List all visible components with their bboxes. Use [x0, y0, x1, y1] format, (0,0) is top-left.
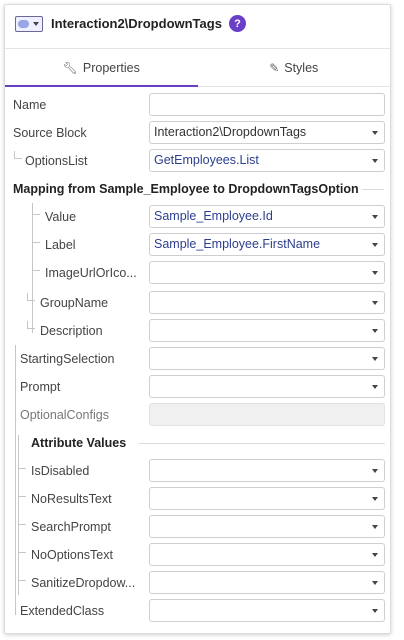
sanitize-dropdown-dropdown[interactable] — [149, 571, 385, 594]
property-row-search-prompt: SearchPrompt — [5, 513, 390, 541]
panel-header: Interaction2\DropdownTags ? — [5, 5, 390, 42]
value-label: Value — [45, 210, 77, 224]
tab-styles[interactable]: ✎ Styles — [198, 49, 391, 86]
chevron-down-icon — [372, 159, 378, 163]
is-disabled-dropdown[interactable] — [149, 459, 385, 482]
image-url-label: ImageUrlOrIco... — [45, 266, 137, 280]
tree-connector — [18, 489, 26, 497]
label-value: Sample_Employee.FirstName — [154, 237, 321, 251]
property-row-no-options-text: NoOptionsText — [5, 541, 390, 569]
property-row-extended-class: ExtendedClass — [5, 597, 390, 625]
chevron-down-icon — [372, 553, 378, 557]
starting-selection-dropdown[interactable] — [149, 347, 385, 370]
name-input[interactable] — [149, 93, 385, 116]
chevron-down-icon — [372, 497, 378, 501]
name-label: Name — [13, 98, 47, 112]
no-results-text-dropdown[interactable] — [149, 487, 385, 510]
property-row-is-disabled: IsDisabled — [5, 457, 390, 485]
chevron-down-icon — [372, 329, 378, 333]
property-row-name: Name — [5, 91, 390, 119]
source-block-label: Source Block — [13, 126, 87, 140]
property-row-source-block: Source Block Interaction2\DropdownTags — [5, 119, 390, 147]
description-dropdown[interactable] — [149, 319, 385, 342]
label-dropdown[interactable]: Sample_Employee.FirstName — [149, 233, 385, 256]
tree-connector — [18, 573, 26, 581]
tree-connector — [27, 321, 35, 329]
is-disabled-label: IsDisabled — [31, 464, 90, 478]
extended-class-label: ExtendedClass — [20, 604, 105, 618]
property-row-starting-selection: StartingSelection — [5, 345, 390, 373]
options-list-dropdown[interactable]: GetEmployees.List — [149, 149, 385, 172]
label-label: Label — [45, 238, 76, 252]
property-row-label: Label Sample_Employee.FirstName — [5, 231, 390, 259]
no-results-text-label: NoResultsText — [31, 492, 112, 506]
tab-bar: 🔧︎ Properties ✎ Styles — [5, 48, 390, 87]
search-prompt-dropdown[interactable] — [149, 515, 385, 538]
property-row-options-list: OptionsList GetEmployees.List — [5, 147, 390, 175]
image-url-dropdown[interactable] — [149, 261, 385, 284]
chevron-down-icon — [372, 469, 378, 473]
options-list-label: OptionsList — [25, 154, 88, 168]
options-list-value: GetEmployees.List — [154, 153, 259, 167]
chevron-down-icon — [372, 131, 378, 135]
prompt-label: Prompt — [20, 380, 61, 394]
value-value: Sample_Employee.Id — [154, 209, 273, 223]
properties-panel: Interaction2\DropdownTags ? 🔧︎ Propertie… — [4, 4, 391, 634]
dropdown-widget-icon — [15, 15, 43, 32]
wrench-icon: 🔧︎ — [62, 60, 78, 75]
tab-label: Styles — [284, 60, 319, 75]
no-options-text-dropdown[interactable] — [149, 543, 385, 566]
optional-configs-field — [149, 403, 385, 426]
tree-connector — [14, 151, 22, 159]
divider — [139, 443, 385, 444]
starting-selection-label: StartingSelection — [20, 352, 115, 366]
attribute-values-title: Attribute Values — [31, 436, 127, 450]
chevron-down-icon — [372, 581, 378, 585]
property-row-group-name: GroupName — [5, 289, 390, 317]
optional-configs-label: OptionalConfigs — [20, 408, 109, 422]
tree-connector — [32, 263, 40, 271]
group-name-label: GroupName — [40, 296, 109, 310]
chevron-down-icon — [372, 609, 378, 613]
tree-connector — [32, 235, 40, 243]
chevron-down-icon — [372, 271, 378, 275]
search-prompt-label: SearchPrompt — [31, 520, 111, 534]
mapping-section-title: Mapping from Sample_Employee to Dropdown… — [13, 182, 359, 196]
widget-title: Interaction2\DropdownTags — [51, 16, 222, 31]
chevron-down-icon — [372, 385, 378, 389]
no-options-text-label: NoOptionsText — [31, 548, 113, 562]
value-dropdown[interactable]: Sample_Employee.Id — [149, 205, 385, 228]
property-row-value: Value Sample_Employee.Id — [5, 203, 390, 231]
property-row-no-results-text: NoResultsText — [5, 485, 390, 513]
tab-label: Properties — [82, 60, 140, 75]
chevron-down-icon — [372, 243, 378, 247]
property-row-image-url: ImageUrlOrIco... — [5, 259, 390, 287]
source-block-value: Interaction2\DropdownTags — [154, 125, 307, 139]
chevron-down-icon — [33, 21, 39, 26]
tree-connector — [18, 517, 26, 525]
divider — [362, 189, 384, 190]
tree-connector — [18, 545, 26, 553]
property-row-description: Description — [5, 317, 390, 345]
tree-connector — [32, 207, 40, 215]
chevron-down-icon — [372, 357, 378, 361]
pill-shape — [18, 19, 29, 28]
chevron-down-icon — [372, 215, 378, 219]
prompt-dropdown[interactable] — [149, 375, 385, 398]
help-icon[interactable]: ? — [228, 15, 246, 32]
property-row-prompt: Prompt — [5, 373, 390, 401]
chevron-down-icon — [372, 525, 378, 529]
sanitize-dropdown-label: SanitizeDropdow... — [31, 576, 136, 590]
property-row-sanitize-dropdown: SanitizeDropdow... — [5, 569, 390, 597]
brush-icon: ✎ — [269, 60, 280, 75]
description-label: Description — [40, 324, 103, 338]
extended-class-dropdown[interactable] — [149, 599, 385, 622]
tab-properties[interactable]: 🔧︎ Properties — [5, 49, 198, 87]
tree-connector — [27, 293, 35, 301]
chevron-down-icon — [372, 301, 378, 305]
group-name-dropdown[interactable] — [149, 291, 385, 314]
source-block-dropdown[interactable]: Interaction2\DropdownTags — [149, 121, 385, 144]
property-row-optional-configs: OptionalConfigs — [5, 401, 390, 429]
tree-connector — [18, 461, 26, 469]
